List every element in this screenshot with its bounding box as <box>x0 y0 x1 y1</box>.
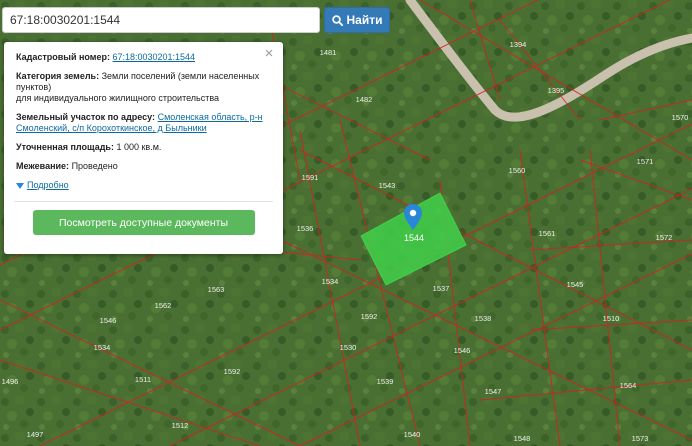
parcel-number-label: 1496 <box>2 377 19 386</box>
survey-label: Межевание: <box>16 161 70 171</box>
parcel-number-label: 1573 <box>632 434 649 443</box>
parcel-number-label: 1481 <box>320 48 337 57</box>
more-link[interactable]: Подробно <box>27 180 69 191</box>
caret-down-icon <box>16 182 24 189</box>
survey-row: Межевание: Проведено <box>16 161 271 172</box>
popup-divider <box>14 201 273 202</box>
parcel-number-label: 1394 <box>510 40 527 49</box>
close-icon[interactable]: × <box>262 46 276 61</box>
more-toggle[interactable]: Подробно <box>16 180 271 191</box>
parcel-number-label: 1546 <box>100 316 117 325</box>
address-row: Земельный участок по адресу: Смоленская … <box>16 112 271 134</box>
map-marker-icon[interactable] <box>404 204 422 230</box>
parcel-number-label: 1534 <box>322 277 339 286</box>
area-value: 1 000 кв.м. <box>116 142 162 152</box>
parcel-number-label: 1572 <box>656 233 673 242</box>
parcel-number-label: 1563 <box>208 285 225 294</box>
search-icon <box>331 14 343 26</box>
parcel-number-label: 1497 <box>27 430 44 439</box>
parcel-number-label: 1545 <box>567 280 584 289</box>
parcel-number-label: 1560 <box>509 166 526 175</box>
area-row: Уточненная площадь: 1 000 кв.м. <box>16 142 271 153</box>
search-input[interactable] <box>2 7 320 33</box>
parcel-number-label: 1570 <box>672 113 689 122</box>
parcel-number-label: 1512 <box>172 421 189 430</box>
parcel-number-label: 1530 <box>340 343 357 352</box>
cadastral-label: Кадастровый номер: <box>16 52 110 62</box>
cadastral-row: Кадастровый номер: 67:18:0030201:1544 <box>16 52 271 63</box>
parcel-number-label: 1592 <box>224 367 241 376</box>
parcel-number-label: 1562 <box>155 301 172 310</box>
parcel-info-popup: × Кадастровый номер: 67:18:0030201:1544 … <box>4 42 283 254</box>
parcel-number-label: 1482 <box>356 95 373 104</box>
category-label: Категория земель: <box>16 71 100 81</box>
search-button-label: Найти <box>346 13 383 27</box>
search-button[interactable]: Найти <box>324 7 390 33</box>
address-label: Земельный участок по адресу: <box>16 112 156 122</box>
parcel-number-label: 1547 <box>485 387 502 396</box>
parcel-number-label: 1540 <box>404 430 421 439</box>
parcel-number-label: 1510 <box>603 314 620 323</box>
parcel-number-label: 1561 <box>539 229 556 238</box>
parcel-number-label: 1511 <box>135 375 151 384</box>
category-row: Категория земель: Земли поселений (земли… <box>16 71 271 104</box>
cadastral-link[interactable]: 67:18:0030201:1544 <box>112 52 195 62</box>
parcel-number-label: 1546 <box>454 346 471 355</box>
selected-parcel-label: 1544 <box>404 233 424 243</box>
view-documents-button[interactable]: Посмотреть доступные документы <box>32 210 255 235</box>
survey-value: Проведено <box>71 161 118 171</box>
area-label: Уточненная площадь: <box>16 142 114 152</box>
parcel-number-label: 1571 <box>637 157 654 166</box>
parcel-number-label: 1591 <box>302 173 319 182</box>
parcel-number-label: 1548 <box>514 434 531 443</box>
parcel-number-label: 1395 <box>548 86 565 95</box>
parcel-number-label: 1538 <box>475 314 492 323</box>
parcel-number-label: 1543 <box>379 181 396 190</box>
parcel-number-label: 1536 <box>297 224 314 233</box>
parcel-number-label: 1534 <box>94 343 111 352</box>
parcel-number-label: 1564 <box>620 381 637 390</box>
parcel-number-label: 1537 <box>433 284 450 293</box>
usage-value: для индивидуального жилищного строительс… <box>16 93 220 103</box>
parcel-number-label: 1592 <box>361 312 378 321</box>
parcel-number-label: 1539 <box>377 377 394 386</box>
